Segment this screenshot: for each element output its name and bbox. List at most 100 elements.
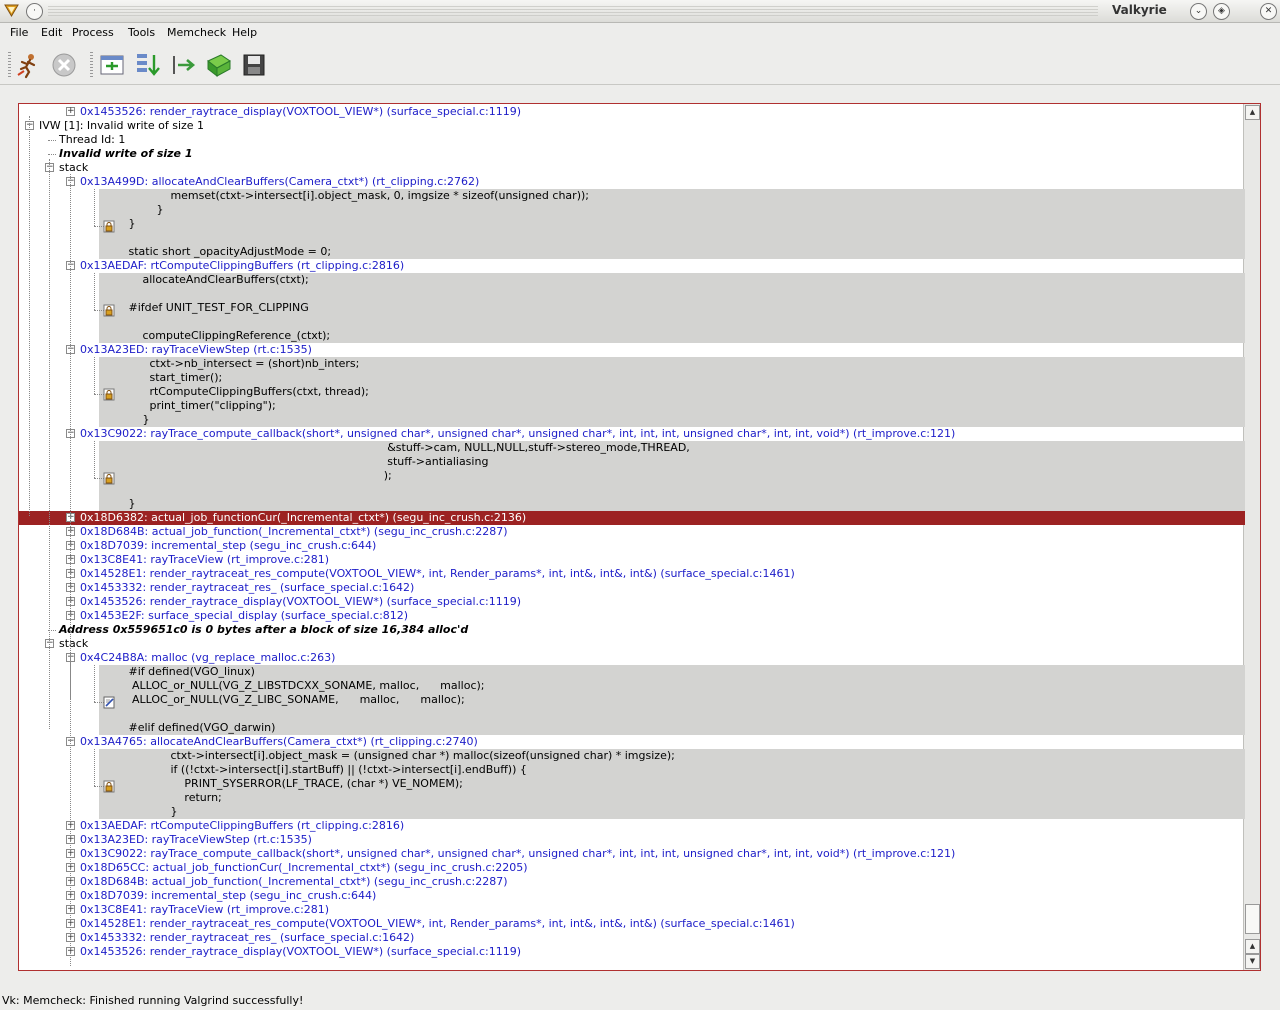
readonly-file-lock-icon[interactable] [103,472,116,485]
tree-row[interactable]: +0x14528E1: render_raytraceat_res_comput… [19,917,1245,931]
source-snippet: allocateAndClearBuffers(ctxt); #ifdef UN… [99,273,1245,343]
tree-row[interactable]: +0x1453332: render_raytraceat_res_ (surf… [19,581,1245,595]
tree-row[interactable]: −0x13A4765: allocateAndClearBuffers(Came… [19,735,1245,749]
tree-row[interactable]: +0x18D7039: incremental_step (segu_inc_c… [19,539,1245,553]
stack-frame-label: 0x1453332: render_raytraceat_res_ (surfa… [80,931,415,944]
menu-help[interactable]: Help [232,26,257,39]
tree-guide-line [70,174,71,699]
tree-node-label: IVW [1]: Invalid write of size 1 [39,119,205,132]
source-snippet: ctxt->intersect[i].object_mask = (unsign… [99,749,1245,819]
tree-row[interactable]: Invalid write of size 1 [19,147,1245,161]
tree-row[interactable]: −0x13AEDAF: rtComputeClippingBuffers (rt… [19,259,1245,273]
readonly-file-lock-icon[interactable] [103,780,116,793]
source-line: } [111,805,178,818]
title-bar[interactable]: · Valkyrie ⌄ ◈ ✕ [0,0,1280,23]
stack-frame-label: 0x18D7039: incremental_step (segu_inc_cr… [80,539,377,552]
tree-row[interactable]: +0x13C8E41: rayTraceView (rt_improve.c:2… [19,903,1245,917]
source-line: computeClippingReference_(ctxt); [111,329,331,342]
scroll-up-arrow-icon[interactable]: ▲ [1245,105,1260,120]
window-menu-button[interactable]: · [26,3,43,20]
stop-icon[interactable] [50,51,78,79]
editable-file-icon[interactable] [103,696,116,709]
stack-frame-label: 0x1453526: render_raytrace_display(VOXTO… [80,105,522,118]
scroll-down-arrow-icon[interactable]: ▼ [1245,954,1260,969]
tree-row[interactable]: − IVW [1]: Invalid write of size 1 [19,119,1245,133]
tree-row[interactable]: +0x18D65CC: actual_job_functionCur(_Incr… [19,861,1245,875]
scrollbar-thumb[interactable] [1245,904,1260,934]
source-line: PRINT_SYSERROR(LF_TRACE, (char *) VE_NOM… [111,777,463,790]
tree-row[interactable]: − stack [19,637,1245,651]
error-description: Invalid write of size 1 [59,147,193,160]
toolbar-grip[interactable] [8,52,11,78]
tree-row[interactable]: +0x18D684B: actual_job_function(_Increme… [19,875,1245,889]
source-line: ALLOC_or_NULL(VG_Z_LIBSTDCXX_SONAME, mal… [111,679,485,692]
tree-row[interactable]: Thread Id: 1 [19,133,1245,147]
minimize-button[interactable]: ⌄ [1190,3,1207,20]
tree-row[interactable]: +0x13C8E41: rayTraceView (rt_improve.c:2… [19,553,1245,567]
tree-row[interactable]: −0x4C24B8A: malloc (vg_replace_malloc.c:… [19,651,1245,665]
tree-row[interactable]: −0x13A23ED: rayTraceViewStep (rt.c:1535) [19,343,1245,357]
menu-edit[interactable]: Edit [41,26,62,39]
toolbar-grip-2[interactable] [90,52,93,78]
stack-frame-label: 0x18D684B: actual_job_function(_Incremen… [80,875,508,888]
source-line: if ((!ctxt->intersect[i].startBuff) || (… [111,763,527,776]
tree-row-selected[interactable]: +0x18D6382: actual_job_functionCur(_Incr… [19,511,1245,525]
status-bar-text: Vk: Memcheck: Finished running Valgrind … [2,994,304,1007]
tree-connector [48,154,56,155]
readonly-file-lock-icon[interactable] [103,220,116,233]
expand-one-icon[interactable] [134,51,162,79]
stack-frame-label: 0x18D684B: actual_job_function(_Incremen… [80,525,508,538]
tree-row[interactable]: −0x13A499D: allocateAndClearBuffers(Came… [19,175,1245,189]
menu-file[interactable]: File [10,26,28,39]
open-log-icon[interactable] [205,51,233,79]
tree-node-label: stack [59,161,89,174]
goto-source-icon[interactable] [170,51,198,79]
source-line: ALLOC_or_NULL(VG_Z_LIBC_SONAME, malloc, … [111,693,465,706]
maximize-button[interactable]: ◈ [1213,3,1230,20]
tree-row[interactable]: +0x13A23ED: rayTraceViewStep (rt.c:1535) [19,833,1245,847]
tree-row[interactable]: +0x1453526: render_raytrace_display(VOXT… [19,105,1245,119]
tree-row[interactable]: +0x1453526: render_raytrace_display(VOXT… [19,595,1245,609]
tree-row[interactable]: +0x18D684B: actual_job_function(_Increme… [19,525,1245,539]
source-snippet: #if defined(VGO_linux) ALLOC_or_NULL(VG_… [99,665,1245,735]
expand-plus-icon[interactable]: + [66,107,75,116]
tree-row[interactable]: +0x1453332: render_raytraceat_res_ (surf… [19,931,1245,945]
stack-frame-label: 0x18D65CC: actual_job_functionCur(_Incre… [80,861,528,874]
stack-frame-label: 0x1453E2F: surface_special_display (surf… [80,609,409,622]
tree-node-label: Thread Id: 1 [59,133,126,146]
tree-row[interactable]: −0x13C9022: rayTrace_compute_callback(sh… [19,427,1245,441]
error-tree-view[interactable]: ▲ ▲ ▼ +0x1453526: render_raytrace_displa… [18,103,1261,971]
readonly-file-lock-icon[interactable] [103,304,116,317]
source-line: } [111,413,150,426]
stack-frame-label: 0x13A23ED: rayTraceViewStep (rt.c:1535) [80,343,312,356]
stack-frame-label: 0x13C9022: rayTrace_compute_callback(sho… [80,847,956,860]
tree-row[interactable]: +0x18D7039: incremental_step (segu_inc_c… [19,889,1245,903]
menu-memcheck[interactable]: Memcheck [167,26,226,39]
running-man-icon[interactable] [14,51,42,79]
vertical-scrollbar[interactable]: ▲ ▲ ▼ [1243,104,1260,970]
tree-row[interactable]: Address 0x559651c0 is 0 bytes after a bl… [19,623,1245,637]
tree-row[interactable]: +0x1453526: render_raytrace_display(VOXT… [19,945,1245,959]
tree-row[interactable]: +0x13AEDAF: rtComputeClippingBuffers (rt… [19,819,1245,833]
tree-row[interactable]: +0x1453E2F: surface_special_display (sur… [19,609,1245,623]
readonly-file-lock-icon[interactable] [103,388,116,401]
window-title: Valkyrie [1112,3,1167,17]
stack-frame-label: 0x4C24B8A: malloc (vg_replace_malloc.c:2… [80,651,336,664]
menu-process[interactable]: Process [72,26,114,39]
source-snippet: &stuff->cam, NULL,NULL,stuff->stereo_mod… [99,441,1245,511]
source-snippet: ctxt->nb_intersect = (short)nb_inters; s… [99,357,1245,427]
scroll-up-arrow-icon-2[interactable]: ▲ [1245,939,1260,954]
save-icon[interactable] [240,51,268,79]
tree-row[interactable]: − stack [19,161,1245,175]
menu-tools[interactable]: Tools [128,26,155,39]
stack-frame-label: 0x13C8E41: rayTraceView (rt_improve.c:28… [80,553,330,566]
expand-all-icon[interactable] [98,51,126,79]
stack-frame-label: 0x13C8E41: rayTraceView (rt_improve.c:28… [80,903,330,916]
tree-row[interactable]: +0x13C9022: rayTrace_compute_callback(sh… [19,847,1245,861]
tree-row[interactable]: +0x14528E1: render_raytraceat_res_comput… [19,567,1245,581]
source-line: print_timer("clipping"); [111,399,276,412]
source-line: allocateAndClearBuffers(ctxt); [111,273,309,286]
source-line: static short _opacityAdjustMode = 0; [111,245,332,258]
close-button[interactable]: ✕ [1260,3,1277,20]
valkyrie-logo-icon [4,4,19,17]
